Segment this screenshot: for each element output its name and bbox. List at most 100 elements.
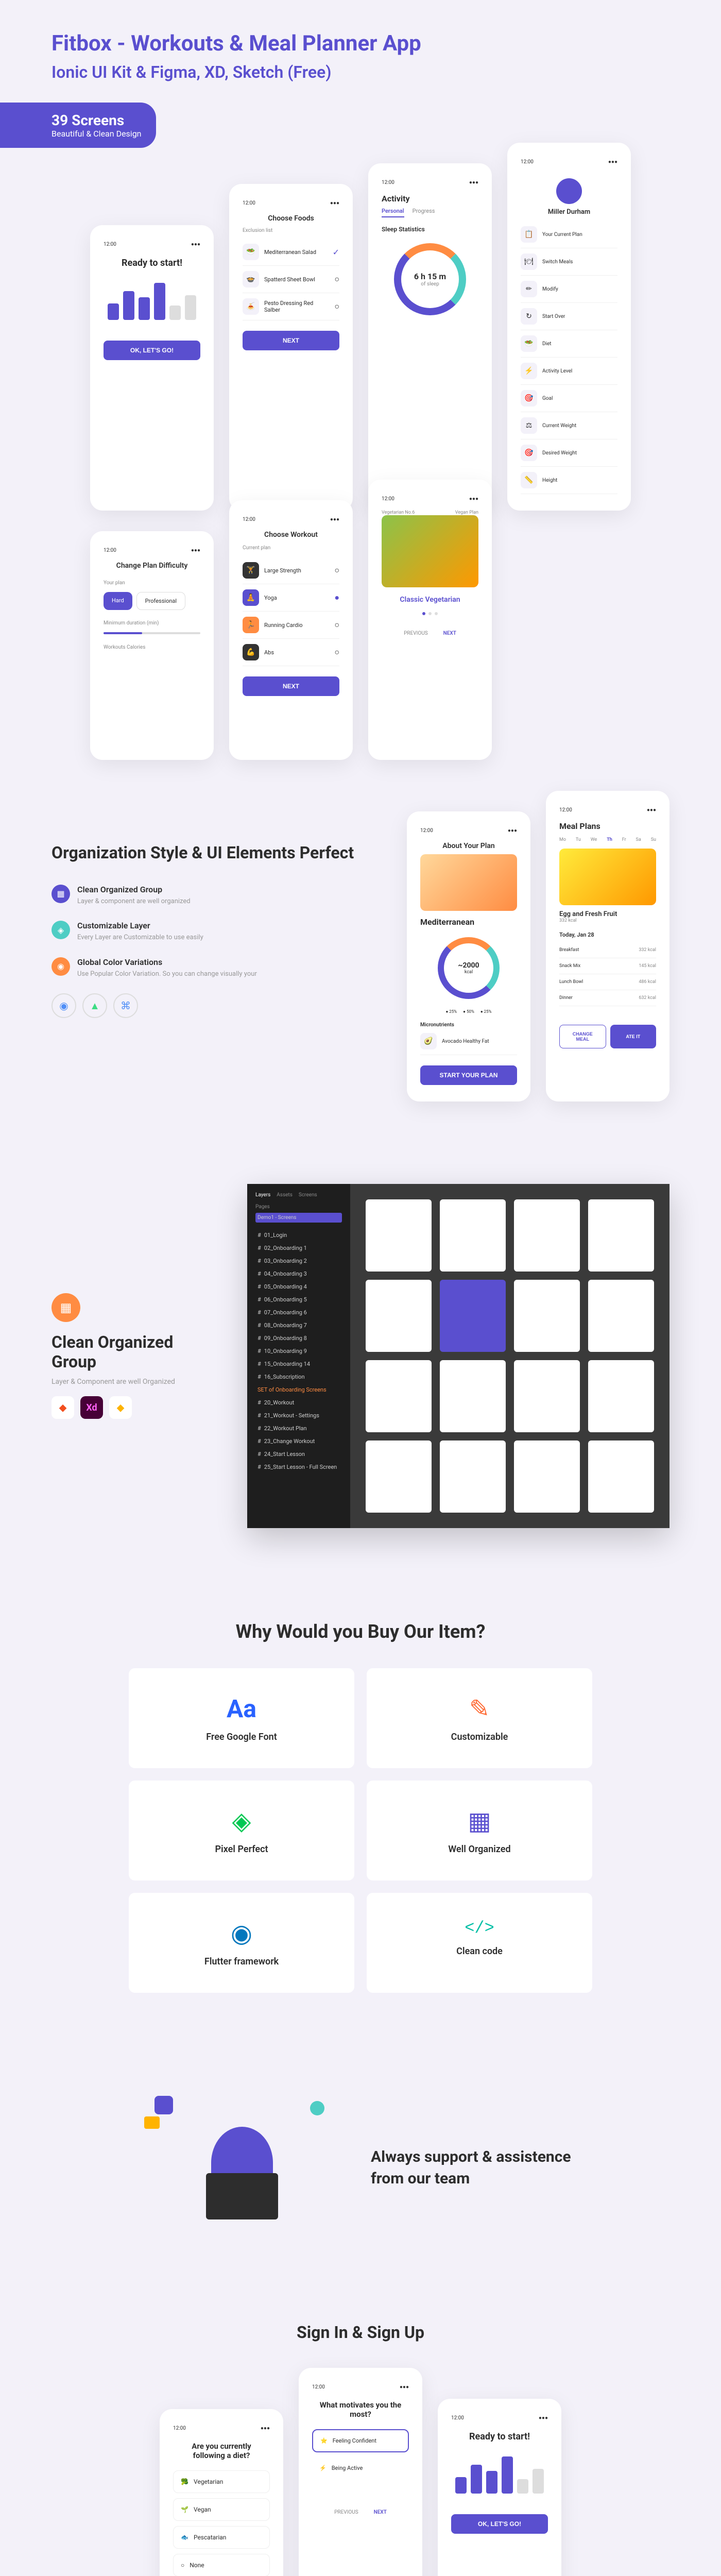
flutter-icon: ◉ [231,1919,252,1948]
badge-title: 39 Screens [52,112,142,129]
ok-button[interactable]: OK, LET'S GO! [451,2514,548,2534]
layer-row[interactable]: #09_Onboarding 8 [255,1332,342,1345]
menu-item[interactable]: 🎯Desired Weight [521,439,617,467]
feature-item: ◈ Customizable LayerEvery Layer are Cust… [52,921,376,943]
organization-section: Organization Style & UI Elements Perfect… [0,770,721,1143]
layer-row[interactable]: #16_Subscription [255,1370,342,1383]
phone-profile: 12:00●●● Miller Durham 📋Your Current Pla… [507,143,631,511]
platform-icons: ◉ ▲ ⌘ [52,993,376,1018]
phone-ready-signin: 12:00●●● Ready to start! OK, LET'S GO! [438,2399,561,2576]
apple-icon: ⌘ [113,993,138,1018]
support-illustration [144,2096,340,2240]
next-button[interactable]: NEXT [243,676,339,696]
next-link[interactable]: NEXT [374,2510,387,2515]
font-icon: Aa [227,1694,256,1723]
ready-title-2: Ready to start! [451,2431,548,2442]
ate-button[interactable]: ATE IT [610,1025,656,1048]
layer-row[interactable]: #23_Change Workout [255,1435,342,1448]
menu-item[interactable]: 🍽Switch Meals [521,248,617,276]
sleep-chart: 6 h 15 m of sleep [394,243,466,315]
phone-about-plan: 12:00●●● About Your Plan Mediterranean ~… [407,811,530,1101]
layer-row[interactable]: #04_Onboarding 3 [255,1267,342,1280]
menu-item[interactable]: ⚖Current Weight [521,412,617,439]
workout-title: Choose Workout [243,531,339,539]
meal-plans-title: Meal Plans [559,821,656,831]
diet-question: Are you currently following a diet? [178,2442,265,2460]
stack-icon: ▦ [52,1293,80,1322]
menu-item[interactable]: 🥗Diet [521,330,617,358]
diet-option[interactable]: 🐟Pescatarian [173,2526,270,2549]
figma-icon: ◆ [52,1396,74,1419]
color-icon: ◉ [52,957,70,976]
diet-option[interactable]: 🌱Vegan [173,2498,270,2521]
why-title: Why Would you Buy Our Item? [52,1621,670,1642]
ionic-icon: ◉ [52,993,76,1018]
customize-icon: ◈ [52,921,70,939]
layer-row[interactable]: #05_Onboarding 4 [255,1280,342,1293]
layer-row[interactable]: #21_Workout - Settings [255,1409,342,1422]
diet-option[interactable]: ○None [173,2554,270,2576]
choose-food-title: Choose Foods [243,214,339,223]
ready-title: Ready to start! [104,258,200,268]
phone-meal-classic: 12:00●●● Vegetarian No.6Vegan Plan Class… [368,480,492,760]
motivate-option[interactable]: ⭐Feeling Confident [312,2429,409,2452]
meal-today: Egg and Fresh Fruit [559,910,656,918]
layer-row[interactable]: #06_Onboarding 5 [255,1293,342,1306]
why-card: ✎Customizable [367,1668,592,1768]
tab-progress[interactable]: Progress [413,208,435,217]
xd-icon: Xd [80,1396,103,1419]
clean-desc: Layer & Component are well Organized [52,1378,216,1386]
change-meal-button[interactable]: CHANGE MEAL [559,1025,606,1048]
diet-option[interactable]: 🥦Vegetarian [173,2470,270,2493]
menu-item[interactable]: ↻Start Over [521,303,617,330]
layer-row[interactable]: #10_Onboarding 9 [255,1345,342,1358]
layer-row[interactable]: #15_Onboarding 14 [255,1358,342,1370]
phone-difficulty: 12:00●●● Change Plan Difficulty Your pla… [90,531,214,760]
menu-item[interactable]: 📋Your Current Plan [521,221,617,248]
why-section: Why Would you Buy Our Item? AaFree Googl… [0,1569,721,2044]
sketch-icon: ◆ [109,1396,132,1419]
screens-row-2: 12:00●●● Change Plan Difficulty Your pla… [0,490,721,770]
start-plan-button[interactable]: START YOUR PLAN [420,1065,517,1085]
layer-row[interactable]: #07_Onboarding 6 [255,1306,342,1319]
next-button[interactable]: NEXT [243,331,339,350]
menu-item[interactable]: ⚡Activity Level [521,358,617,385]
layer-row[interactable]: #02_Onboarding 1 [255,1242,342,1255]
phone-meal-plans: 12:00●●● Meal Plans MoTuWeThFrSaSu Egg a… [546,791,670,1101]
org-heading: Organization Style & UI Elements Perfect [52,842,376,864]
motivate-question: What motivates you the most? [317,2400,404,2419]
layer-row[interactable]: #25_Start Lesson - Full Screen [255,1461,342,1473]
why-card: ▦Well Organized [367,1781,592,1880]
menu-item[interactable]: 📏Height [521,467,617,494]
layer-row[interactable]: #20_Workout [255,1396,342,1409]
pixel-icon: ◈ [232,1806,251,1836]
clean-section: ▦ Clean Organized Group Layer & Componen… [0,1143,721,1569]
screens-badge: 39 Screens Beautiful & Clean Design [0,103,156,148]
difficulty-title: Change Plan Difficulty [104,562,200,570]
editor-screenshot: LayersAssetsScreens Pages Demo1 - Screen… [247,1184,670,1528]
tab-personal[interactable]: Personal [382,208,404,217]
activity-title: Activity [382,194,478,204]
code-icon: </> [465,1919,494,1938]
motivate-option[interactable]: ⚡Being Active [312,2458,409,2479]
next-link[interactable]: NEXT [443,631,456,636]
why-card: AaFree Google Font [129,1668,354,1768]
layer-row[interactable]: #22_Workout Plan [255,1422,342,1435]
menu-item[interactable]: ✏Modify [521,276,617,303]
meal-name: Classic Vegetarian [382,596,478,604]
layer-row[interactable]: #03_Onboarding 2 [255,1255,342,1267]
prev-link[interactable]: PREVIOUS [404,631,428,636]
layers-icon: ▦ [52,885,70,903]
layer-row[interactable]: #01_Login [255,1229,342,1242]
profile-name: Miller Durham [521,208,617,216]
layer-row[interactable]: SET of Onboarding Screens [255,1383,342,1396]
organize-icon: ▦ [468,1806,491,1836]
clean-title: Clean Organized Group [52,1332,216,1372]
layer-row[interactable]: #08_Onboarding 7 [255,1319,342,1332]
layer-row[interactable]: #24_Start Lesson [255,1448,342,1461]
menu-item[interactable]: 🎯Goal [521,385,617,412]
feature-item: ▦ Clean Organized GroupLayer & component… [52,885,376,907]
ok-button[interactable]: OK, LET'S GO! [104,341,200,360]
prev-link[interactable]: PREVIOUS [334,2510,358,2515]
hero-screens: 12:00●●● Ready to start! OK, LET'S GO! 1… [0,174,721,521]
